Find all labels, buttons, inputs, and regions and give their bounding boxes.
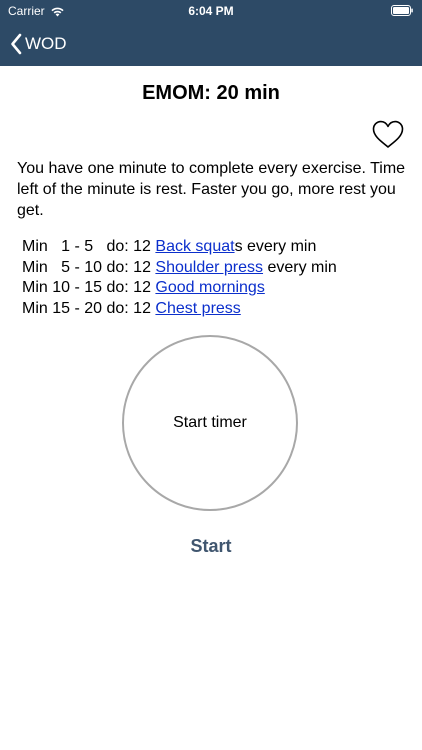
status-bar: Carrier 6:04 PM [0,0,422,22]
workout-description: You have one minute to complete every ex… [17,160,406,219]
schedule-row-prefix: Min 15 - 20 do: 12 [22,299,156,317]
exercise-link-back-squat[interactable]: Back squat [155,238,234,255]
exercise-link-shoulder-press[interactable]: Shoulder press [155,259,263,276]
exercise-link-good-mornings[interactable]: Good mornings [155,279,264,296]
heart-outline-icon[interactable] [372,120,404,149]
start-button[interactable]: Start [0,536,422,557]
top-bar: Carrier 6:04 PM WOD [0,0,422,66]
schedule-row: Min 1 - 5 do: 12 Back squats every min [22,237,412,258]
status-time: 6:04 PM [188,4,234,18]
exercise-link-chest-press[interactable]: Chest press [155,300,240,317]
timer-circle[interactable]: Start timer [122,335,298,511]
back-button[interactable]: WOD [10,31,67,57]
navigation-bar: WOD [0,22,422,66]
chevron-left-icon [11,33,22,55]
schedule-row-suffix: every min [263,258,337,276]
schedule-row-suffix: s every min [234,238,317,255]
schedule-row: Min 10 - 15 do: 12 Good mornings [22,278,412,299]
battery-icon [391,5,413,16]
timer-label: Start timer [173,414,247,431]
workout-detail-screen: Carrier 6:04 PM WOD EMOM: 20 min You hav… [0,0,422,750]
schedule-row-prefix: Min 5 - 10 do: 12 [22,258,156,276]
schedule-row-prefix: Min 10 - 15 do: 12 [22,279,156,296]
schedule-row-prefix: Min 1 - 5 do: 12 [22,238,156,255]
schedule-row: Min 15 - 20 do: 12 Chest press [22,299,412,320]
back-label: WOD [25,34,67,53]
schedule-row: Min 5 - 10 do: 12 Shoulder press every m… [22,258,412,279]
exercise-schedule: Min 1 - 5 do: 12 Back squats every min M… [22,237,412,319]
workout-title: EMOM: 20 min [142,82,280,104]
